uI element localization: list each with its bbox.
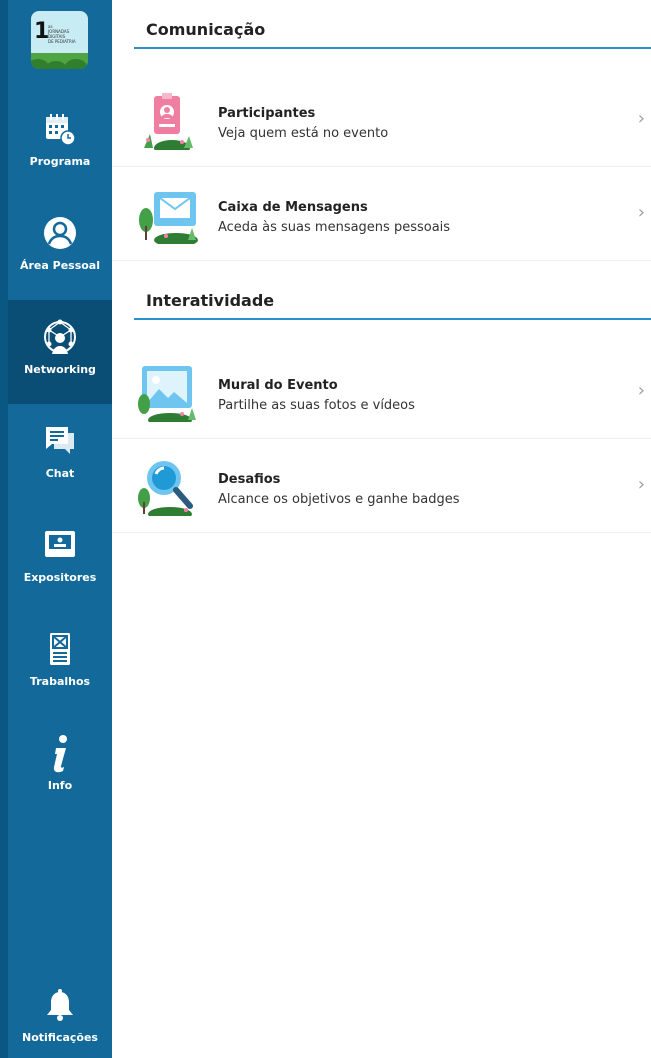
list-item-title: Participantes [218,106,316,121]
nav-label: Trabalhos [29,675,91,688]
network-globe-icon [41,317,79,357]
nav-trabalhos[interactable]: Trabalhos [8,612,112,716]
chevron-right-icon: › [637,108,645,129]
chat-bubble-icon [42,421,78,461]
chevron-right-icon: › [637,202,645,223]
list-item-participantes[interactable]: Participantes Veja quem está no evento › [112,72,651,167]
list-item-title: Mural do Evento [218,378,338,393]
calendar-clock-icon [42,109,78,149]
nav-chat[interactable]: Chat [8,404,112,508]
nav-notificacoes[interactable]: Notificações [8,968,112,1058]
nav-label: Expositores [23,571,97,584]
nav-info[interactable]: Info [8,716,112,820]
list-item-caixa-de-mensagens[interactable]: Caixa de Mensagens Aceda às suas mensage… [112,166,651,261]
list-item-title: Desafios [218,472,281,487]
magnifier-illustration [136,458,200,521]
section-divider [134,318,651,320]
nav-programa[interactable]: Programa [8,92,112,196]
sidebar: 1 as JORNADAS DIGITAIS DE PEDIATRIA Prog… [0,0,112,1058]
nav-networking[interactable]: Networking [8,300,112,404]
list-item-desafios[interactable]: Desafios Alcance os objetivos e ganhe ba… [112,438,651,533]
chevron-right-icon: › [637,380,645,401]
section-divider [134,47,651,49]
event-logo[interactable]: 1 as JORNADAS DIGITAIS DE PEDIATRIA [31,11,88,69]
exhibitor-screen-icon [42,525,78,565]
chevron-right-icon: › [637,474,645,495]
nav-label: Chat [45,467,75,480]
list-item-subtitle: Veja quem está no evento [218,126,389,141]
list-item-mural-do-evento[interactable]: Mural do Evento Partilhe as suas fotos e… [112,344,651,439]
section-title-comunicacao: Comunicação [146,20,266,39]
nav-expositores[interactable]: Expositores [8,508,112,612]
document-icon [42,629,78,669]
info-icon [42,733,78,773]
bell-icon [42,985,78,1025]
user-circle-icon [42,213,78,253]
nav-label: Área Pessoal [19,259,101,272]
nav-label: Info [47,779,73,792]
list-item-subtitle: Aceda às suas mensagens pessoais [218,220,451,235]
picture-illustration [136,364,200,427]
list-item-title: Caixa de Mensagens [218,200,368,215]
sidebar-edge [0,0,8,1058]
nav-label: Programa [29,155,91,168]
nav-label: Networking [24,363,96,376]
nav-label: Notificações [22,1031,98,1044]
nav-area-pessoal[interactable]: Área Pessoal [8,196,112,300]
list-item-subtitle: Partilhe as suas fotos e vídeos [218,398,415,413]
logo-text: as JORNADAS DIGITAIS DE PEDIATRIA [48,24,76,44]
envelope-illustration [136,186,200,247]
badge-illustration [136,92,200,156]
list-item-subtitle: Alcance os objetivos e ganhe badges [218,492,460,507]
section-title-interatividade: Interatividade [146,291,275,310]
